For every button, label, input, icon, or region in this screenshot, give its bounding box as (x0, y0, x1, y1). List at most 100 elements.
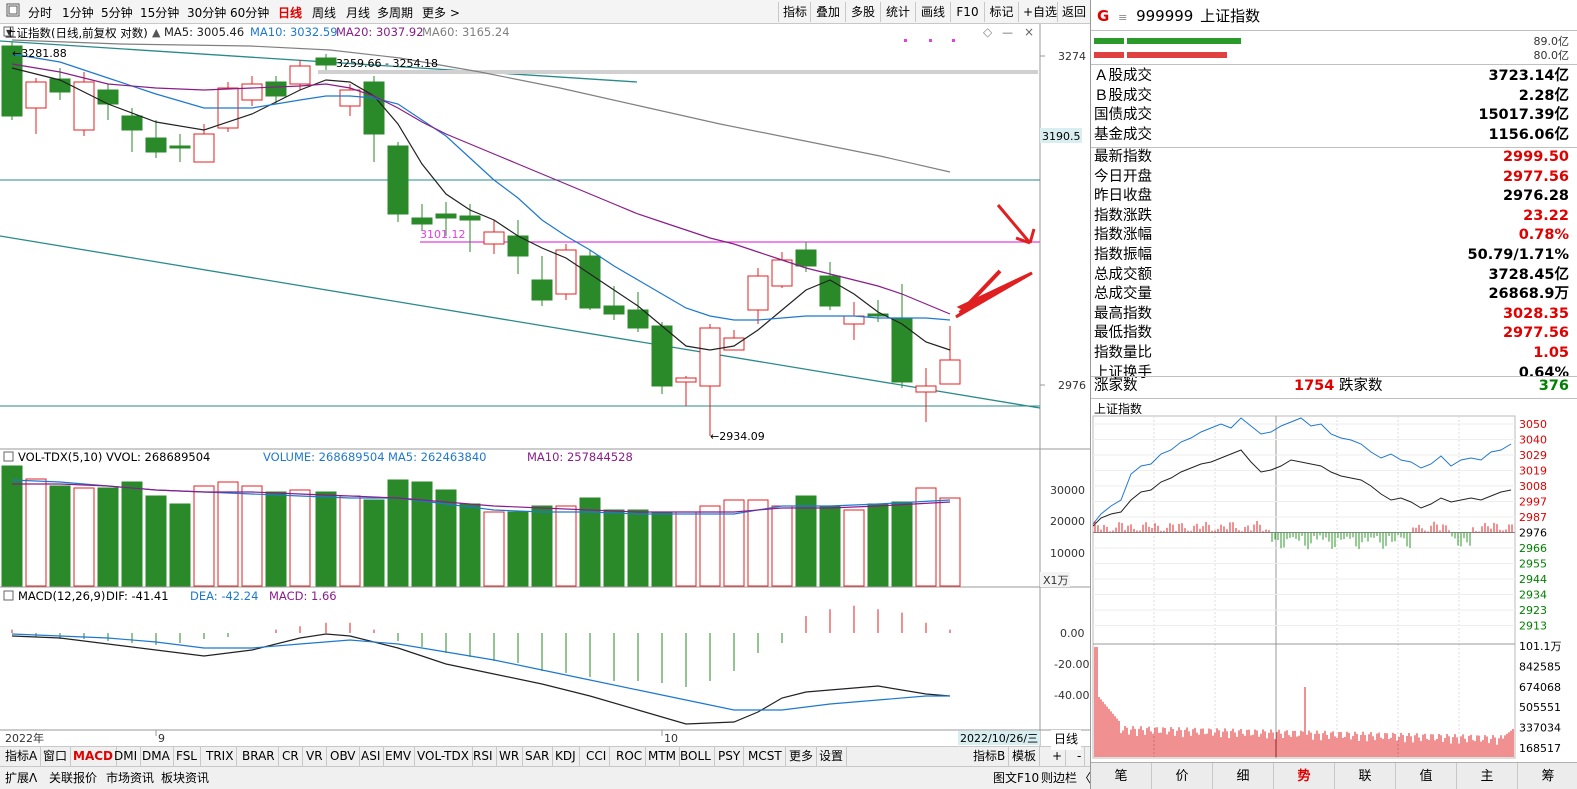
quote-value: 0.78% (1518, 227, 1569, 244)
indicator-tab-6[interactable]: TRIX (203, 747, 238, 767)
indicator-tab-8[interactable]: CR (279, 747, 303, 767)
bottom-bar-item-3[interactable]: 板块资讯 (158, 769, 212, 786)
indicator-right-1[interactable]: 模板 (1009, 747, 1041, 767)
bottom-bar-item-0[interactable]: 扩展Ʌ (2, 769, 40, 786)
period-right[interactable]: 日线 (1051, 730, 1082, 750)
panel-tab-6[interactable]: 主 (1457, 763, 1518, 789)
toolbar-btn-2[interactable]: 多股 (845, 2, 880, 22)
indicator-tab-21[interactable]: BOLL (677, 747, 715, 767)
toolbar-btn-1[interactable]: 叠加 (810, 2, 845, 22)
chart-area[interactable]: ▼ 上证指数(日线,前复权 对数) ▲ MA5: 3005.46 MA10: 3032.… (0, 24, 1090, 746)
bottom-right-0[interactable]: 图文F10 (990, 769, 1042, 786)
toolbar-btn-0[interactable]: 指标 (778, 2, 810, 22)
indicator-tab-13[interactable]: VOL-TDX (414, 747, 473, 767)
toolbar-btn-6[interactable]: 标记 (984, 2, 1018, 22)
indicator-tab-4[interactable]: DMA (139, 747, 174, 767)
period-4[interactable]: 30分钟 (187, 4, 226, 21)
candle[interactable] (73, 72, 95, 136)
indicator-tab-19[interactable]: ROC (613, 747, 647, 767)
period-0[interactable]: 分时 (28, 4, 52, 21)
minus-icon[interactable]: — (1002, 26, 1013, 39)
quote-value: 3728.45亿 (1488, 266, 1569, 283)
period-8[interactable]: 月线 (346, 4, 370, 21)
period-3[interactable]: 15分钟 (140, 4, 179, 21)
indicator-tab-17[interactable]: KDJ (552, 747, 580, 767)
indicator-tab-24[interactable]: 更多 (786, 747, 818, 767)
menu-icon[interactable]: ≡ (1118, 11, 1127, 24)
panel-tab-0[interactable]: 笔 (1091, 763, 1152, 789)
stat-row: Ａ股成交 3723.14亿 (1094, 67, 1569, 87)
toolbar-btn-4[interactable]: 画线 (915, 2, 950, 22)
close-icon[interactable]: × (1024, 25, 1034, 39)
indicator-tab-1[interactable]: 窗口 (40, 747, 72, 767)
indicator-tab-0[interactable]: 指标A (2, 747, 42, 767)
volume-bar (73, 487, 95, 587)
up-label: 涨家数 (1094, 378, 1138, 394)
indicator-tab-25[interactable]: 设置 (816, 747, 848, 767)
indicator-tab-14[interactable]: RSI (470, 747, 497, 767)
indicator-tab-16[interactable]: SAR (522, 747, 554, 767)
candle[interactable] (387, 142, 409, 222)
indicator-tab-2[interactable]: MACD (70, 747, 117, 767)
bottom-right-1[interactable]: 则边栏 (1038, 769, 1080, 786)
period-2[interactable]: 5分钟 (101, 4, 133, 21)
red-bar-2 (1127, 52, 1227, 58)
kline-chart[interactable]: ▼上证指数(日线,前复权 对数) ▲ MA5: 3005.46 MA10: 3032.… (0, 24, 1090, 746)
indicator-tab-5[interactable]: FSL (173, 747, 201, 767)
indicator-tab-10[interactable]: OBV (327, 747, 360, 767)
quote-value: 2977.56 (1502, 325, 1569, 342)
panel-tab-2[interactable]: 细 (1213, 763, 1274, 789)
red-bar-1 (1094, 52, 1124, 58)
price-tick-0: 3274 (1058, 50, 1086, 63)
bar2-value: 80.0亿 (1533, 49, 1570, 62)
panel-tab-7[interactable]: 筹 (1518, 763, 1577, 789)
indicator-right-2[interactable]: + (1049, 747, 1067, 767)
period-10[interactable]: 更多 > (422, 4, 460, 21)
indicator-tab-22[interactable]: PSY (715, 747, 745, 767)
quote-value: 26868.9万 (1488, 286, 1569, 303)
indicator-tab-15[interactable]: WR (496, 747, 524, 767)
period-1[interactable]: 1分钟 (62, 4, 94, 21)
toolbar-btn-8[interactable]: 返回 (1057, 2, 1090, 22)
period-9[interactable]: 多周期 (377, 4, 413, 21)
indicator-tab-9[interactable]: VR (303, 747, 327, 767)
date-label-2: 10 (664, 732, 678, 745)
indicator-tab-20[interactable]: MTM (645, 747, 681, 767)
bottom-bar-item-1[interactable]: 关联报价 (46, 769, 100, 786)
indicator-right-0[interactable]: 指标B (970, 747, 1010, 767)
indicator-tab-12[interactable]: EMV (382, 747, 416, 767)
period-toolbar: 分时 1分钟 5分钟 15分钟 30分钟 60分钟 日线 周线 月线 多周期 更多 > 指标 叠加 多股… (0, 0, 1090, 24)
indicator-tab-18[interactable]: CCI (583, 747, 611, 767)
volume-bar (939, 497, 961, 587)
period-7[interactable]: 周线 (312, 4, 336, 21)
toolbar-btn-5[interactable]: F10 (950, 2, 984, 22)
candle[interactable] (579, 250, 601, 310)
indicator-tab-3[interactable]: DMI (111, 747, 142, 767)
candle[interactable] (651, 322, 673, 394)
bottom-bar-item-2[interactable]: 市场资讯 (103, 769, 157, 786)
indicator-tab-11[interactable]: ASI (358, 747, 385, 767)
volume-bar (411, 481, 433, 587)
indicator-tab-23[interactable]: MCST (745, 747, 786, 767)
indicator-right-3[interactable]: - (1074, 747, 1086, 767)
settings-icon[interactable]: ◇ (983, 25, 993, 39)
toolbar-btn-3[interactable]: 统计 (880, 2, 915, 22)
period-5[interactable]: 60分钟 (230, 4, 269, 21)
volume-bar (555, 505, 577, 587)
panel-tab-4[interactable]: 联 (1335, 763, 1396, 789)
panel-tab-1[interactable]: 价 (1152, 763, 1213, 789)
toolbar-btn-7[interactable]: +自选 (1018, 2, 1057, 22)
intraday-chart[interactable]: 3050 3040 3029 3019 3008 2997 2987 2976 2966 2955… (1091, 414, 1577, 760)
period-6[interactable]: 日线 (278, 4, 302, 21)
annotation-low: ←2934.09 (710, 430, 765, 443)
candle[interactable] (555, 244, 577, 300)
indicator-tab-7[interactable]: BRAR (239, 747, 279, 767)
square-icon[interactable] (6, 3, 20, 20)
intraday-tick-7: 2976 (1519, 527, 1547, 540)
stat-label: Ａ股成交 (1094, 68, 1152, 84)
intraday-tick-11: 2934 (1519, 589, 1547, 602)
panel-tab-3[interactable]: 势 (1274, 763, 1335, 789)
panel-tab-5[interactable]: 值 (1396, 763, 1457, 789)
quote-row: 昨日收盘 2976.28 (1094, 187, 1569, 207)
quote-value: 1.05 (1533, 345, 1569, 361)
